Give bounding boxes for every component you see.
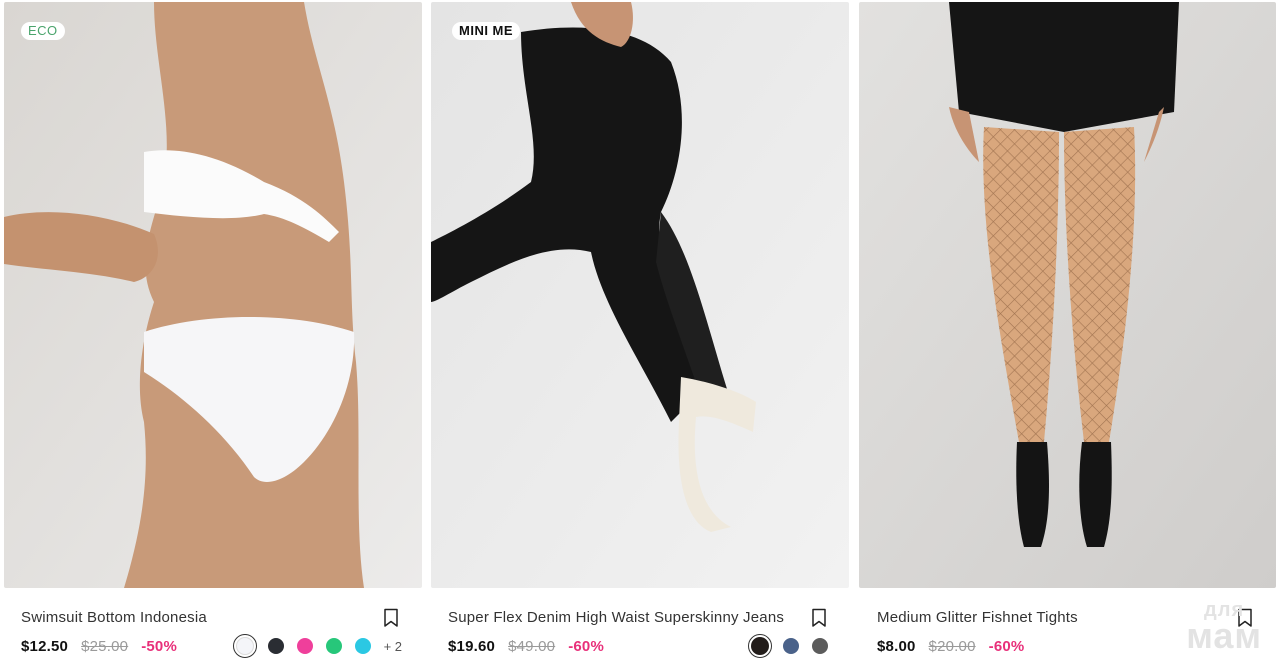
color-swatch[interactable] — [353, 636, 373, 656]
original-price: $25.00 — [81, 638, 129, 655]
discount-label: -60% — [988, 638, 1025, 655]
watermark: для мам — [1186, 600, 1262, 654]
product-image[interactable] — [859, 2, 1276, 588]
swatch-dot — [296, 638, 313, 654]
original-price: $49.00 — [508, 638, 556, 655]
current-price: $8.00 — [877, 638, 916, 655]
color-swatches: + 2 — [232, 634, 402, 658]
color-swatch[interactable] — [748, 634, 772, 658]
current-price: $12.50 — [21, 638, 69, 655]
color-swatch[interactable] — [295, 636, 315, 656]
color-swatch[interactable] — [266, 636, 286, 656]
discount-label: -50% — [141, 638, 178, 655]
product-card[interactable]: Medium Glitter Fishnet Tights $8.00 $20.… — [856, 0, 1280, 669]
product-title[interactable]: Super Flex Denim High Waist Superskinny … — [448, 609, 784, 626]
swatch-dot — [751, 637, 769, 655]
product-title[interactable]: Medium Glitter Fishnet Tights — [877, 609, 1078, 626]
mini-me-badge: MINI ME — [452, 22, 521, 40]
product-grid: ECO Swimsuit Bottom Indonesia $12.50 $25… — [0, 0, 1280, 669]
price-row: $12.50 $25.00 -50% — [21, 638, 177, 655]
bookmark-icon[interactable] — [810, 608, 828, 628]
watermark-line2: мам — [1186, 615, 1262, 656]
swatch-dot — [235, 637, 254, 655]
product-image[interactable]: MINI ME — [431, 2, 849, 588]
discount-label: -60% — [568, 638, 605, 655]
product-image[interactable]: ECO — [4, 2, 422, 588]
current-price: $19.60 — [448, 638, 496, 655]
color-swatch[interactable] — [810, 636, 830, 656]
color-swatch[interactable] — [232, 634, 257, 658]
swatch-dot — [783, 638, 799, 654]
color-swatches — [748, 634, 830, 658]
swatch-dot — [354, 638, 371, 654]
color-swatch[interactable] — [324, 636, 344, 656]
eco-badge: ECO — [21, 22, 65, 40]
product-info: Swimsuit Bottom Indonesia $12.50 $25.00 … — [21, 598, 402, 668]
price-row: $8.00 $20.00 -60% — [877, 638, 1024, 655]
product-info: Super Flex Denim High Waist Superskinny … — [448, 598, 830, 668]
price-row: $19.60 $49.00 -60% — [448, 638, 604, 655]
swatch-dot — [812, 638, 828, 654]
swatch-dot — [325, 638, 342, 654]
product-card[interactable]: MINI ME Super Flex Denim High Waist Supe… — [428, 0, 854, 669]
product-title[interactable]: Swimsuit Bottom Indonesia — [21, 609, 207, 626]
product-card[interactable]: ECO Swimsuit Bottom Indonesia $12.50 $25… — [0, 0, 426, 669]
original-price: $20.00 — [928, 638, 976, 655]
color-swatch[interactable] — [781, 636, 801, 656]
swatch-dot — [267, 638, 284, 654]
more-colors-link[interactable]: + 2 — [384, 639, 402, 654]
bookmark-icon[interactable] — [382, 608, 400, 628]
